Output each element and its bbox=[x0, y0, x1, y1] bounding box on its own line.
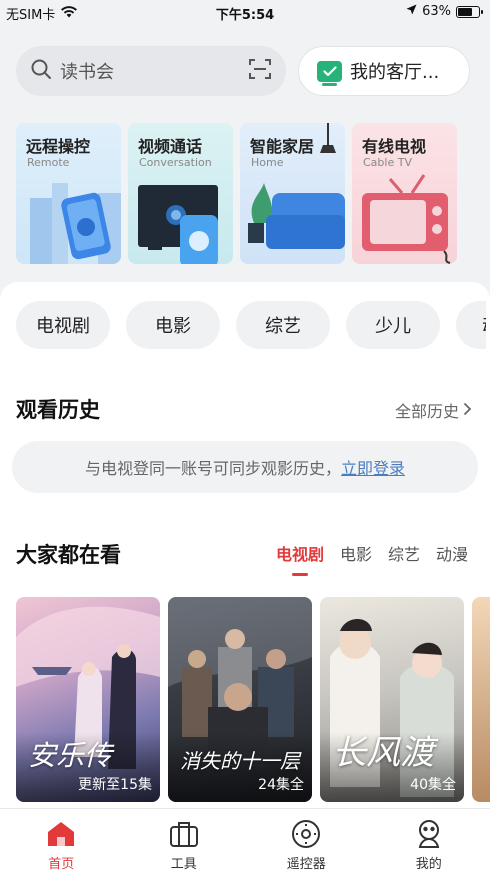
living-room-label: 我的客厅... bbox=[350, 62, 440, 83]
my-living-room-button[interactable]: 我的客厅... bbox=[298, 46, 470, 96]
battery-icon bbox=[456, 5, 483, 18]
sofa-icon bbox=[248, 123, 345, 249]
history-title: 观看历史 bbox=[16, 398, 100, 422]
nav-label: 遥控器 bbox=[286, 857, 326, 872]
nav-profile[interactable]: 我的 bbox=[368, 809, 490, 876]
profile-icon bbox=[414, 819, 444, 849]
toolbox-icon bbox=[169, 819, 199, 849]
smart-home-card[interactable]: 智能家居 Home bbox=[240, 123, 345, 264]
nav-label: 首页 bbox=[48, 857, 75, 872]
all-history-link[interactable]: 全部历史 bbox=[395, 398, 472, 422]
poster-title: 消失的十一层 bbox=[180, 749, 300, 773]
search-icon bbox=[30, 58, 52, 84]
all-history-label: 全部历史 bbox=[394, 402, 459, 421]
tab-variety[interactable]: 综艺 bbox=[388, 541, 420, 565]
location-icon bbox=[406, 4, 417, 19]
feature-cards: 远程操控 Remote 视频通话 Conversation 智能家居 Home bbox=[16, 123, 457, 264]
nav-remote[interactable]: 遥控器 bbox=[245, 809, 368, 876]
poster-title: 安乐传 bbox=[28, 739, 113, 772]
poster-badge: 40集全 bbox=[410, 777, 456, 793]
poster-card[interactable]: 安乐传 更新至15集 bbox=[16, 597, 160, 802]
cable-tv-card[interactable]: 有线电视 Cable TV bbox=[352, 123, 457, 264]
category-anime[interactable]: 动 bbox=[456, 301, 486, 349]
category-pills: 电视剧 电影 综艺 少儿 动 bbox=[16, 301, 486, 349]
popular-title: 大家都在看 bbox=[16, 543, 121, 567]
poster-card[interactable]: 消失的十一层 24集全 bbox=[168, 597, 312, 802]
nav-home[interactable]: 首页 bbox=[0, 809, 123, 876]
category-movie[interactable]: 电影 bbox=[126, 301, 220, 349]
home-icon bbox=[46, 819, 76, 849]
nav-label: 工具 bbox=[170, 857, 197, 872]
nav-label: 我的 bbox=[415, 857, 442, 872]
popular-tabs: 电视剧 电影 综艺 动漫 bbox=[276, 541, 468, 576]
poster-row: 安乐传 更新至15集 消失的十一层 24集全 长风渡 40集全 bbox=[16, 597, 490, 802]
search-placeholder: 读书会 bbox=[60, 62, 114, 83]
bottom-nav: 首页 工具 遥控器 我的 bbox=[0, 808, 490, 876]
poster-card[interactable]: 长风渡 40集全 bbox=[320, 597, 464, 802]
chevron-right-icon bbox=[463, 401, 472, 420]
tab-tv-series[interactable]: 电视剧 bbox=[276, 541, 324, 576]
category-kids[interactable]: 少儿 bbox=[346, 301, 440, 349]
battery-percent: 63% bbox=[422, 4, 451, 19]
category-tv-series[interactable]: 电视剧 bbox=[16, 301, 110, 349]
remote-control-card[interactable]: 远程操控 Remote bbox=[16, 123, 121, 264]
phone-remote-icon bbox=[30, 183, 121, 264]
scan-icon[interactable] bbox=[248, 57, 272, 85]
poster-card-partial[interactable] bbox=[472, 597, 490, 802]
tab-anime[interactable]: 动漫 bbox=[436, 541, 468, 565]
history-login-prompt: 与电视登同一账号可同步观影历史， 立即登录 bbox=[12, 441, 478, 493]
tv-check-icon bbox=[317, 60, 342, 86]
search-input[interactable]: 读书会 bbox=[16, 46, 286, 96]
video-call-icon bbox=[138, 185, 218, 264]
login-prompt-text: 与电视登同一账号可同步观影历史， bbox=[84, 459, 341, 478]
nav-tools[interactable]: 工具 bbox=[123, 809, 246, 876]
status-bar: 无SIM卡 下午5:54 63% bbox=[0, 0, 490, 26]
poster-title: 长风渡 bbox=[332, 733, 434, 773]
remote-icon bbox=[291, 819, 321, 849]
category-variety[interactable]: 综艺 bbox=[236, 301, 330, 349]
retro-tv-icon bbox=[362, 174, 451, 264]
login-link[interactable]: 立即登录 bbox=[341, 455, 405, 479]
video-call-card[interactable]: 视频通话 Conversation bbox=[128, 123, 233, 264]
tab-movie[interactable]: 电影 bbox=[340, 541, 372, 565]
poster-badge: 更新至15集 bbox=[78, 777, 152, 793]
poster-badge: 24集全 bbox=[258, 777, 304, 793]
